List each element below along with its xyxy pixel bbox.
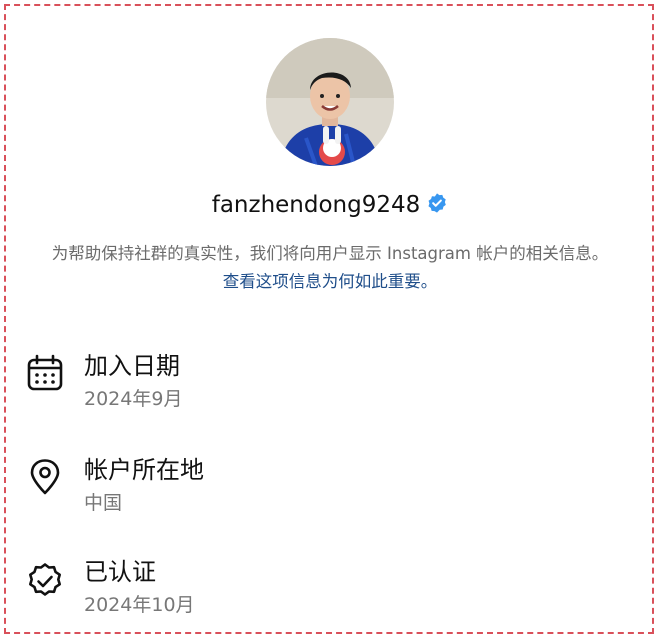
avatar[interactable] [266,38,394,166]
verified-seal-icon [26,562,64,600]
location-pin-icon [26,458,64,496]
verified-badge-icon [426,192,448,220]
learn-why-link[interactable]: 查看这项信息为何如此重要。 [223,272,438,291]
date-joined-value: 2024年9月 [84,388,183,410]
username-row: fanzhendong9248 [0,192,660,220]
verified-label: 已认证 [84,558,156,586]
calendar-icon [26,354,64,392]
verified-value: 2024年10月 [84,594,195,616]
account-location-value: 中国 [84,492,123,514]
account-location-label: 帐户所在地 [84,456,204,484]
username: fanzhendong9248 [211,192,421,218]
notice-text: 为帮助保持社群的真实性，我们将向用户显示 Instagram 帐户的相关信息。 [51,244,609,263]
authenticity-notice: 为帮助保持社群的真实性，我们将向用户显示 Instagram 帐户的相关信息。查… [48,240,612,296]
date-joined-label: 加入日期 [84,352,180,380]
